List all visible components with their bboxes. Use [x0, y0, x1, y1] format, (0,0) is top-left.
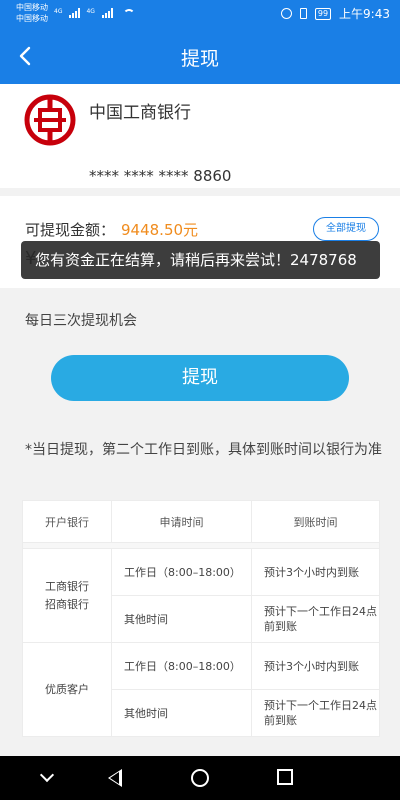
network-type-1: 4G: [54, 8, 63, 15]
bank-cell: 优质客户: [22, 642, 112, 737]
apply-time-cell: 其他时间: [111, 595, 252, 643]
table-row: 优质客户 工作日（8:00–18:00） 预计3个小时内到账: [22, 642, 380, 737]
arrival-time-cell: 预计3个小时内到账: [251, 642, 380, 690]
table-row: 工商银行 招商银行 工作日（8:00–18:00） 预计3个小时内到账: [22, 548, 380, 643]
back-triangle-icon[interactable]: [108, 769, 122, 787]
carrier-info: 中国移动 中国移动: [16, 2, 48, 24]
available-amount-label: 可提现金额：: [25, 221, 116, 239]
collapse-icon[interactable]: [39, 767, 55, 783]
carrier-2: 中国移动: [16, 14, 48, 23]
apply-time-cell: 工作日（8:00–18:00）: [111, 642, 252, 690]
arrival-time-cell: 预计下一个工作日24点前到账: [251, 595, 380, 643]
table-header: 开户银行: [22, 500, 112, 543]
icbc-logo-icon: [24, 94, 76, 146]
withdraw-button[interactable]: 提现: [51, 355, 349, 401]
wifi-icon: [122, 9, 135, 18]
nav-bar: 提现: [0, 28, 400, 84]
bank-cell: 工商银行 招商银行: [22, 548, 112, 643]
withdraw-all-button[interactable]: 全部提现: [313, 217, 379, 241]
table-header: 到账时间: [251, 500, 380, 543]
arrival-time-cell: 预计下一个工作日24点前到账: [251, 689, 380, 737]
toast-message: 您有资金正在结算，请稍后再来尝试！2478768: [21, 241, 380, 279]
signal-icon: [101, 8, 113, 18]
carrier-1: 中国移动: [16, 3, 48, 12]
status-bar: 中国移动 中国移动 4G 4G 99 上午9:43: [0, 0, 400, 28]
apply-time-cell: 其他时间: [111, 689, 252, 737]
table-header: 申请时间: [111, 500, 252, 543]
bank-line: 优质客户: [45, 682, 89, 696]
signal-icon: [69, 8, 81, 18]
daily-chance-text: 每日三次提现机会: [25, 313, 137, 329]
signal-icons: 4G 4G: [54, 8, 135, 18]
home-circle-icon[interactable]: [191, 769, 209, 787]
alarm-icon: [280, 8, 292, 19]
available-amount-value: 9448.50元: [121, 221, 199, 239]
bank-name: 中国工商银行: [89, 103, 191, 123]
status-right: 99 上午9:43: [280, 5, 390, 22]
arrival-schedule-table: 开户银行 申请时间 到账时间 工商银行 招商银行 工作日（8:00–18:00）…: [22, 500, 380, 737]
card-number: **** **** **** 8860: [89, 167, 232, 185]
bank-line: 招商银行: [45, 597, 89, 611]
page-title: 提现: [180, 48, 219, 70]
bank-line: 工商银行: [45, 579, 89, 593]
network-type-2: 4G: [86, 8, 95, 15]
arrival-time-cell: 预计3个小时内到账: [251, 548, 380, 596]
recent-square-icon[interactable]: [277, 769, 293, 785]
table-header-row: 开户银行 申请时间 到账时间: [22, 500, 380, 543]
system-nav-bar: [0, 756, 400, 800]
clock: 上午9:43: [339, 7, 390, 21]
battery-icon: 99: [314, 7, 332, 20]
bank-card[interactable]: 中国工商银行 **** **** **** 8860: [0, 84, 400, 188]
apply-time-cell: 工作日（8:00–18:00）: [111, 548, 252, 596]
withdraw-note: *当日提现，第二个工作日到账，具体到账时间以银行为准: [25, 442, 382, 458]
vibrate-icon: [299, 8, 307, 19]
